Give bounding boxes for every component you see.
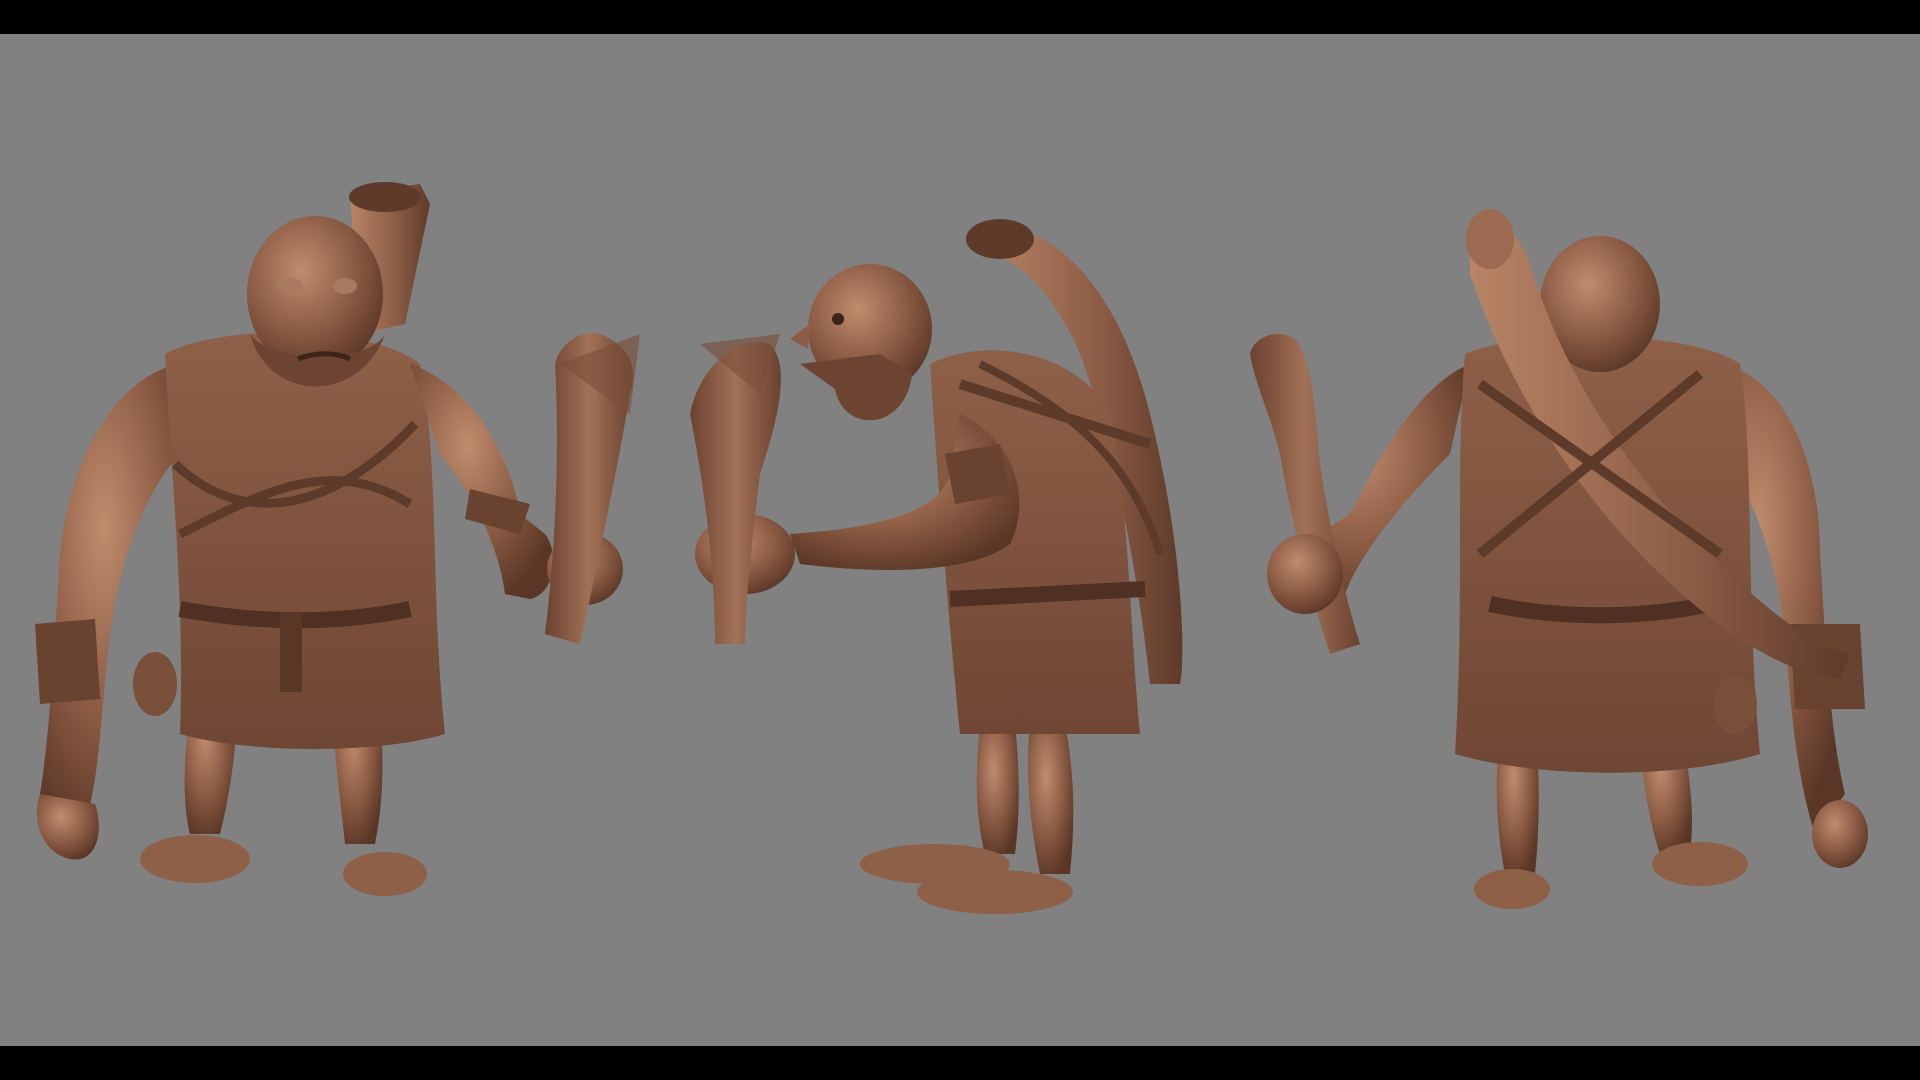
letterbox-top — [0, 0, 1920, 34]
turnaround-render — [35, 182, 1868, 914]
side-view-figure — [690, 219, 1183, 914]
front-view-figure — [35, 182, 640, 896]
back-view-figure — [1250, 209, 1868, 909]
sculpt-viewport — [0, 34, 1920, 1046]
letterbox-bottom — [0, 1046, 1920, 1080]
